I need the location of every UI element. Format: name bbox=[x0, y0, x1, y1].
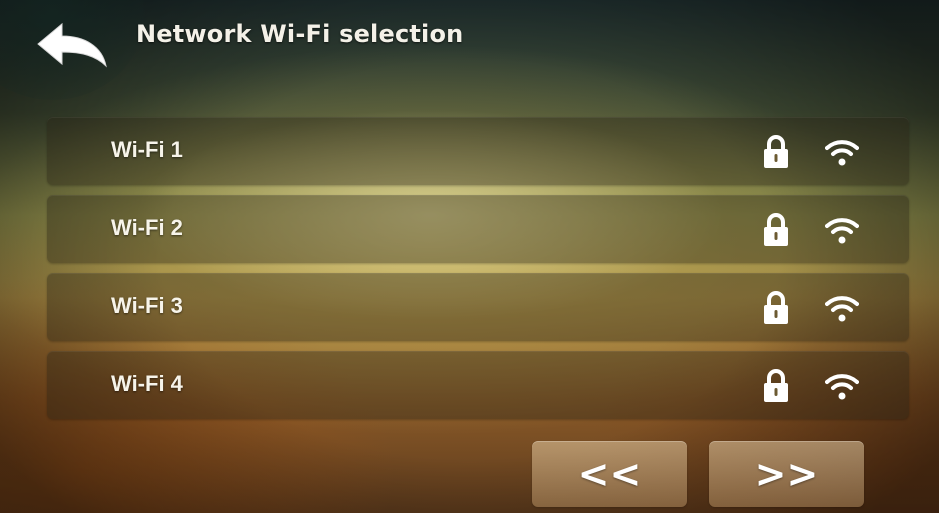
wifi-network-name: Wi-Fi 4 bbox=[111, 371, 183, 396]
lock-icon bbox=[764, 369, 788, 402]
lock-icon bbox=[764, 291, 788, 324]
wifi-network-name: Wi-Fi 2 bbox=[111, 215, 183, 240]
previous-page-button[interactable]: << bbox=[532, 441, 687, 507]
wifi-network-item[interactable]: Wi-Fi 3 bbox=[47, 273, 909, 341]
back-button[interactable] bbox=[32, 18, 112, 74]
wifi-network-name: Wi-Fi 3 bbox=[111, 293, 183, 318]
page-title: Network Wi-Fi selection bbox=[136, 20, 464, 48]
wifi-network-list: Wi-Fi 1 Wi-Fi 2 Wi-Fi 3 Wi-Fi 4 bbox=[47, 117, 909, 429]
lock-icon bbox=[764, 135, 788, 168]
wifi-network-item[interactable]: Wi-Fi 1 bbox=[47, 117, 909, 185]
wifi-signal-icon bbox=[825, 296, 859, 322]
wifi-signal-icon bbox=[825, 374, 859, 400]
back-arrow-icon bbox=[37, 22, 107, 68]
wifi-network-item[interactable]: Wi-Fi 4 bbox=[47, 351, 909, 419]
wifi-network-name: Wi-Fi 1 bbox=[111, 137, 183, 162]
wifi-network-item[interactable]: Wi-Fi 2 bbox=[47, 195, 909, 263]
wifi-signal-icon bbox=[825, 218, 859, 244]
next-page-button[interactable]: >> bbox=[709, 441, 864, 507]
wifi-selection-screen: Network Wi-Fi selection Wi-Fi 1 Wi-Fi 2 bbox=[0, 0, 939, 513]
lock-icon bbox=[764, 213, 788, 246]
wifi-signal-icon bbox=[825, 140, 859, 166]
header-bar: Network Wi-Fi selection bbox=[0, 0, 939, 100]
